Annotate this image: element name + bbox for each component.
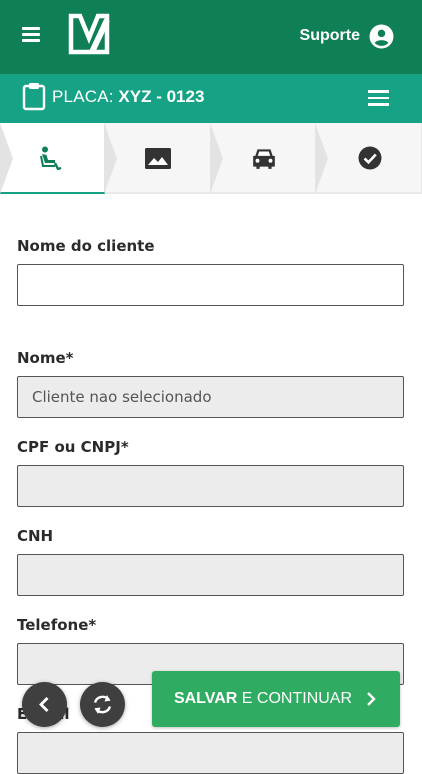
user-account-icon[interactable] bbox=[369, 24, 394, 49]
step-divider bbox=[210, 123, 223, 194]
cnh-label: CNH bbox=[17, 527, 54, 545]
image-icon bbox=[145, 148, 171, 169]
cpf-input[interactable] bbox=[17, 465, 404, 507]
support-link[interactable]: Suporte bbox=[300, 22, 394, 50]
plate-value: XYZ - 0123 bbox=[118, 87, 205, 106]
app-logo bbox=[68, 13, 110, 55]
menu-icon[interactable] bbox=[368, 90, 389, 106]
refresh-icon bbox=[93, 695, 112, 714]
clipboard-icon bbox=[22, 83, 46, 111]
step-divider bbox=[104, 123, 117, 194]
step-customer[interactable] bbox=[0, 123, 105, 194]
plate-label: PLACA: bbox=[52, 87, 114, 106]
seat-icon bbox=[40, 146, 62, 170]
plate-bar: PLACA: XYZ - 0123 bbox=[0, 74, 422, 123]
step-tabs bbox=[0, 123, 422, 194]
car-icon bbox=[253, 149, 275, 169]
check-circle-icon bbox=[358, 146, 382, 170]
step-divider bbox=[0, 123, 13, 194]
save-continue-button[interactable]: SALVAR E CONTINUAR bbox=[152, 671, 400, 727]
plate-info: PLACA: XYZ - 0123 bbox=[52, 87, 204, 107]
cnh-input[interactable] bbox=[17, 554, 404, 596]
name-label: Nome* bbox=[17, 349, 74, 367]
step-images[interactable] bbox=[106, 123, 211, 192]
app-header: Suporte bbox=[0, 0, 422, 74]
client-name-label: Nome do cliente bbox=[17, 237, 155, 255]
save-label: SALVAR bbox=[173, 690, 238, 707]
step-vehicle[interactable] bbox=[211, 123, 316, 192]
name-input[interactable]: Cliente nao selecionado bbox=[17, 376, 404, 418]
chevron-right-icon bbox=[367, 692, 376, 706]
client-name-input[interactable] bbox=[17, 264, 404, 306]
chevron-left-icon bbox=[39, 697, 49, 712]
back-button[interactable] bbox=[22, 682, 67, 727]
hamburger-menu-icon[interactable] bbox=[22, 27, 40, 42]
name-value: Cliente nao selecionado bbox=[32, 388, 212, 406]
email-input[interactable] bbox=[17, 732, 404, 774]
refresh-button[interactable] bbox=[80, 682, 125, 727]
cpf-label: CPF ou CNPJ* bbox=[17, 438, 129, 456]
step-confirm[interactable] bbox=[316, 123, 421, 192]
phone-label: Telefone* bbox=[17, 616, 97, 634]
support-label: Suporte bbox=[299, 27, 360, 44]
continue-label: E CONTINUAR bbox=[237, 690, 353, 707]
step-divider bbox=[315, 123, 328, 194]
